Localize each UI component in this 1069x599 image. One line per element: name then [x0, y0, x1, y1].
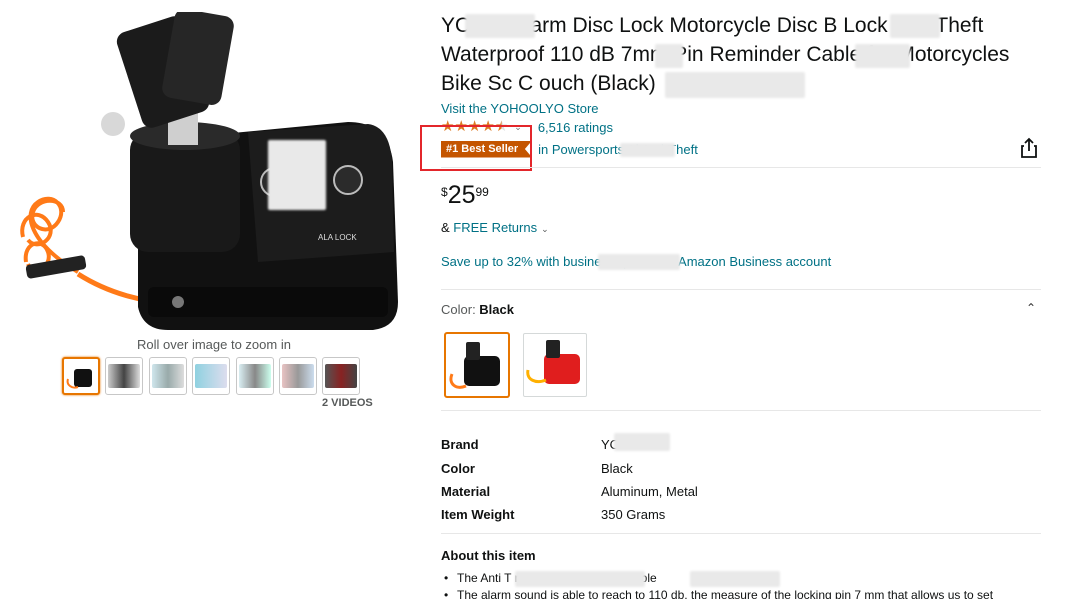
- disc-lock-illustration: ALA LOCK: [20, 9, 398, 330]
- spec-key: Material: [441, 484, 491, 499]
- thumbnail-5[interactable]: [236, 357, 274, 395]
- thumbnail-2[interactable]: [105, 357, 143, 395]
- store-link[interactable]: Visit the YOHOOLYO Store: [441, 101, 599, 116]
- spec-row: Material Aluminum, Metal: [441, 484, 1041, 502]
- color-swatch-black[interactable]: [445, 333, 509, 397]
- about-bullet: The alarm sound is able to reach to 110 …: [441, 588, 1041, 599]
- redaction-patch: [268, 140, 326, 210]
- spec-key: Brand: [441, 437, 479, 452]
- redaction-patch: [855, 44, 910, 68]
- spec-key: Color: [441, 461, 475, 476]
- color-label: Color:: [441, 302, 480, 317]
- divider: [441, 533, 1041, 534]
- zoom-hint: Roll over image to zoom in: [137, 337, 291, 352]
- spec-row: Item Weight 350 Grams: [441, 507, 1041, 525]
- returns-prefix: &: [441, 220, 454, 235]
- returns-row: & FREE Returns ⌄: [441, 220, 549, 235]
- redaction-patch: [690, 571, 780, 587]
- color-selector-label: Color: Black: [441, 302, 514, 317]
- divider: [441, 167, 1041, 168]
- thumbnail-4[interactable]: [192, 357, 230, 395]
- chevron-down-icon[interactable]: ⌄: [541, 224, 549, 234]
- redaction-patch: [655, 44, 683, 68]
- redaction-patch: [465, 14, 535, 38]
- spec-value: Black: [601, 461, 633, 476]
- redaction-patch: [890, 14, 940, 38]
- videos-label[interactable]: 2 VIDEOS: [322, 397, 373, 409]
- spec-key: Item Weight: [441, 507, 515, 522]
- divider: [441, 289, 1041, 290]
- redaction-patch: [614, 433, 670, 451]
- thumbnail-3[interactable]: [149, 357, 187, 395]
- redaction-patch: [598, 254, 680, 270]
- spec-row: Color Black: [441, 461, 1041, 479]
- spec-value: 350 Grams: [601, 507, 666, 522]
- svg-text:ALA LOCK: ALA LOCK: [318, 233, 357, 242]
- highlight-annotation-box: [420, 125, 532, 171]
- divider: [441, 410, 1041, 411]
- swatch-black-image: [449, 342, 500, 389]
- color-swatch-red[interactable]: [523, 333, 587, 397]
- ratings-count-link[interactable]: 6,516 ratings: [538, 120, 613, 135]
- thumbnail-lock-icon: [66, 369, 92, 389]
- free-returns-link[interactable]: FREE Returns: [453, 220, 537, 235]
- spec-value: Aluminum, Metal: [601, 484, 698, 499]
- redaction-patch: [620, 143, 675, 157]
- thumbnail-1[interactable]: [62, 357, 100, 395]
- share-icon[interactable]: [1019, 137, 1039, 159]
- swatch-red-image: [526, 340, 580, 384]
- chevron-up-icon[interactable]: ⌃: [1026, 301, 1036, 315]
- price-symbol: $: [441, 185, 448, 199]
- thumbnail-6[interactable]: [279, 357, 317, 395]
- color-value: Black: [479, 302, 514, 317]
- price: $ 25 99: [441, 181, 489, 209]
- price-whole: 25: [447, 181, 476, 209]
- video-thumbnail[interactable]: [322, 357, 360, 395]
- main-product-image[interactable]: ALA LOCK: [18, 9, 406, 336]
- about-title: About this item: [441, 548, 536, 563]
- redaction-patch: [665, 72, 805, 98]
- spec-row: Brand YO: [441, 437, 1041, 455]
- price-fraction: 99: [475, 185, 489, 199]
- redaction-patch: [515, 571, 645, 587]
